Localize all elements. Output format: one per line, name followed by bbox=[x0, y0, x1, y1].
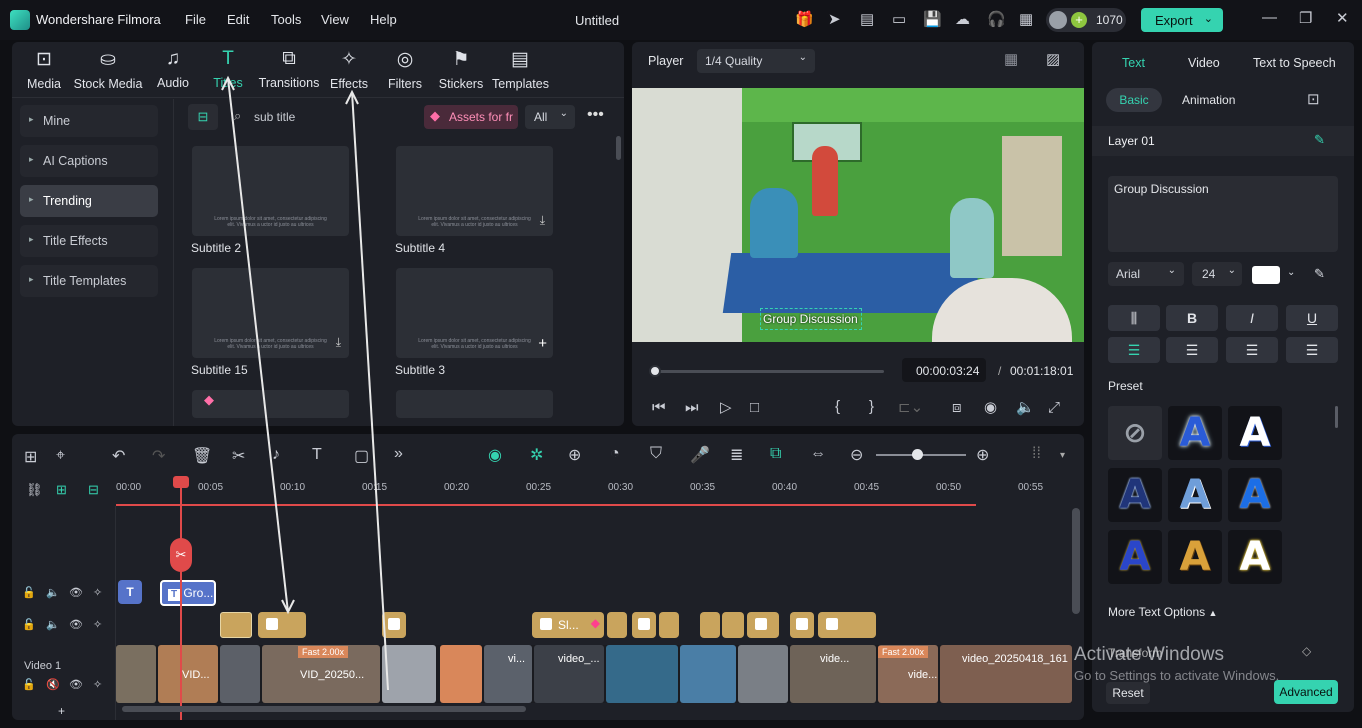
arrow-titles bbox=[227, 77, 289, 613]
annotation-arrows bbox=[221, 75, 389, 691]
activate-windows-title: Activate Windows bbox=[1074, 644, 1224, 665]
arrow-effects bbox=[351, 91, 389, 691]
activate-windows-subtitle: Go to Settings to activate Windows. bbox=[1074, 668, 1280, 683]
